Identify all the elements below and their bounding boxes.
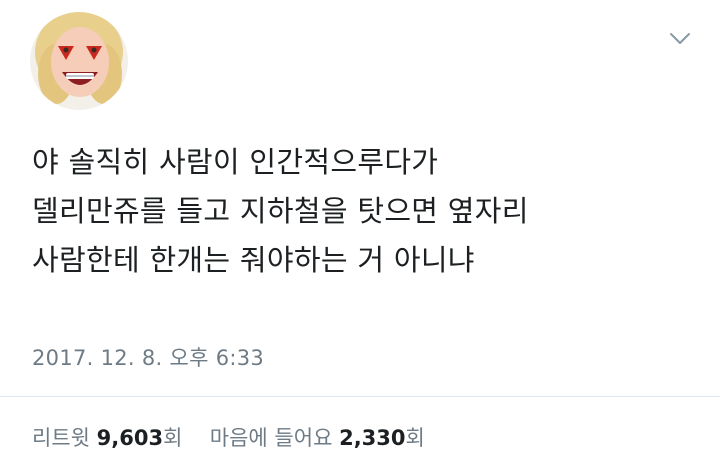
like-unit: 회 <box>405 426 425 450</box>
retweet-count: 9,603 <box>96 426 164 450</box>
retweet-stat[interactable]: 리트윗 9,603회 <box>32 426 189 450</box>
retweet-label: 리트윗 <box>32 426 90 450</box>
tweet-stats: 리트윗 9,603회 마음에 들어요 2,330회 <box>32 422 425 452</box>
avatar[interactable] <box>30 12 128 110</box>
like-label: 마음에 들어요 <box>209 426 333 450</box>
retweet-unit: 회 <box>163 426 183 450</box>
tweet-line: 사람한테 한개는 줘야하는 거 아니냐 <box>32 243 475 277</box>
tweet-text: 야 솔직히 사람이 인간적으루다가 델리만쥬를 들고 지하철을 탓으면 옆자리 … <box>32 138 692 285</box>
chevron-down-icon[interactable] <box>664 24 696 52</box>
tweet-line: 델리만쥬를 들고 지하철을 탓으면 옆자리 <box>32 194 529 228</box>
divider <box>0 396 720 397</box>
like-count: 2,330 <box>339 426 406 450</box>
avatar-image <box>30 12 128 110</box>
tweet-card: 야 솔직히 사람이 인간적으루다가 델리만쥬를 들고 지하철을 탓으면 옆자리 … <box>0 0 720 465</box>
tweet-timestamp[interactable]: 2017. 12. 8. 오후 6:33 <box>32 342 264 372</box>
tweet-line: 야 솔직히 사람이 인간적으루다가 <box>32 145 439 179</box>
like-stat[interactable]: 마음에 들어요 2,330회 <box>210 426 425 450</box>
